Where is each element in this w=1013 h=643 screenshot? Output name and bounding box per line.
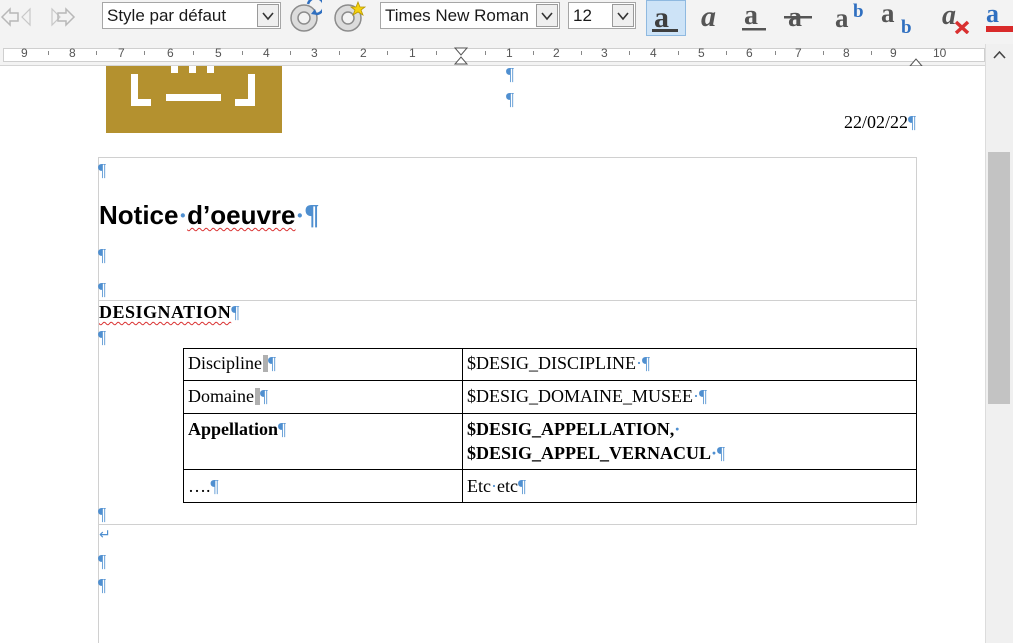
ruler-label: 7 <box>118 46 125 60</box>
ruler-label: 8 <box>69 46 76 60</box>
paragraph-mark: ¶ <box>98 245 107 265</box>
svg-text:a: a <box>835 3 849 33</box>
strikethrough-icon[interactable]: a <box>782 0 822 36</box>
svg-text:a: a <box>744 0 758 31</box>
svg-text:b: b <box>901 17 912 36</box>
paragraph-mark: ¶ <box>506 66 515 84</box>
table-cell-label: ….¶ <box>188 476 219 496</box>
paragraph-style-combo[interactable]: Style par défaut <box>102 2 281 29</box>
paragraph-mark: ¶ <box>98 575 107 595</box>
line-break-mark: ↵ <box>99 528 111 543</box>
superscript-icon[interactable]: ab <box>834 0 874 36</box>
ruler-label: 4 <box>650 46 657 60</box>
table-cell-label: Domaine ¶ <box>188 386 269 406</box>
new-style-icon[interactable] <box>332 0 367 34</box>
logo-image <box>106 66 282 133</box>
ruler-label: 10 <box>933 46 947 60</box>
subscript-icon[interactable]: ab <box>880 0 920 38</box>
ruler-label: 7 <box>795 46 802 60</box>
paragraph-mark: ¶ <box>98 327 107 347</box>
ruler-label: 8 <box>843 46 850 60</box>
paragraph-style-value: Style par défaut <box>107 6 227 25</box>
chevron-down-icon[interactable] <box>612 4 634 27</box>
section-label: DESIGNATION¶ <box>99 302 240 322</box>
paragraph-mark: ¶ <box>98 551 107 571</box>
document-page[interactable]: ¶ ¶ 22/02/22¶ ¶ Notice·d’oeuvre·¶ ¶ ¶ DE… <box>0 66 985 643</box>
formatting-toolbar: Style par défaut Times New Roman 12 a a … <box>0 0 1013 44</box>
bold-icon[interactable]: a <box>646 0 686 36</box>
font-color-icon[interactable]: a <box>984 0 1013 36</box>
font-name-combo[interactable]: Times New Roman <box>380 2 560 29</box>
paragraph-mark: ¶ <box>98 504 107 524</box>
table-cell-value: $DESIG_DOMAINE_MUSEE·¶ <box>467 386 708 406</box>
chevron-down-icon[interactable] <box>536 4 558 27</box>
horizontal-ruler[interactable]: 9 8 7 6 5 4 3 2 1 1 2 3 4 5 6 7 8 9 10 <box>0 44 985 67</box>
scroll-up-icon[interactable] <box>986 44 1013 66</box>
ruler-label: 6 <box>167 46 174 60</box>
svg-text:a: a <box>986 0 999 28</box>
svg-text:a: a <box>942 0 956 31</box>
clear-formatting-icon[interactable]: a <box>938 0 978 36</box>
underline-icon[interactable]: a <box>738 0 778 36</box>
svg-text:a: a <box>881 0 895 28</box>
ruler-label: 3 <box>601 46 608 60</box>
scrollbar-thumb[interactable] <box>988 152 1010 404</box>
forward-arrow-icon[interactable] <box>44 4 80 30</box>
table-cell-value: $DESIG_APPELLATION,· <box>467 419 681 439</box>
paragraph-mark: ¶ <box>98 279 107 299</box>
paragraph-mark: ¶ <box>98 160 107 180</box>
ruler-label: 4 <box>263 46 270 60</box>
back-arrow-icon[interactable] <box>0 4 40 30</box>
document-heading: Notice·d’oeuvre·¶ <box>99 200 320 231</box>
ruler-label: 3 <box>311 46 318 60</box>
ruler-label: 9 <box>21 46 28 60</box>
ruler-label: 1 <box>506 46 513 60</box>
table-cell-label: Appellation¶ <box>188 419 287 439</box>
ruler-label: 9 <box>890 46 897 60</box>
table-cell-label: Discipline ¶ <box>188 353 277 373</box>
date-text: 22/02/22¶ <box>844 112 917 132</box>
font-size-value: 12 <box>573 6 592 25</box>
ruler-label: 2 <box>360 46 367 60</box>
ruler-label: 5 <box>215 46 222 60</box>
update-style-icon[interactable] <box>288 0 325 34</box>
italic-icon[interactable]: a <box>694 0 734 36</box>
ruler-label: 6 <box>746 46 753 60</box>
vertical-scrollbar[interactable] <box>985 44 1013 643</box>
ruler-label: 2 <box>553 46 560 60</box>
svg-text:a: a <box>701 0 716 33</box>
chevron-down-icon[interactable] <box>257 4 279 27</box>
svg-text:b: b <box>853 1 864 22</box>
table-cell-value: $DESIG_DISCIPLINE·¶ <box>467 353 651 373</box>
ruler-label: 1 <box>409 46 416 60</box>
table-cell-value: Etc·etc¶ <box>467 476 527 496</box>
font-name-value: Times New Roman <box>385 6 529 25</box>
ruler-label: 5 <box>698 46 705 60</box>
font-size-combo[interactable]: 12 <box>568 2 636 29</box>
paragraph-mark: ¶ <box>506 89 515 109</box>
table-cell-value: $DESIG_APPEL_VERNACUL·¶ <box>467 443 726 463</box>
